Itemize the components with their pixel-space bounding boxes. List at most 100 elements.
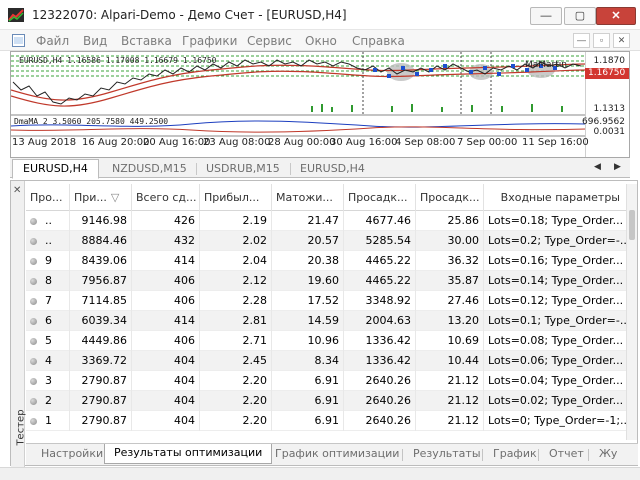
pass-status-icon (30, 237, 37, 245)
tab-results[interactable]: Результаты (404, 445, 490, 465)
pass-number: 7 (45, 294, 52, 307)
mdi-restore-button[interactable]: ▫ (593, 33, 610, 48)
pass-number: .. (45, 214, 52, 227)
close-button[interactable]: ✕ (596, 7, 636, 25)
pass-cell: 4 (26, 351, 70, 371)
chart-tab-eurusd-h4[interactable]: EURUSD,H4 (12, 159, 99, 179)
minimize-button[interactable]: — (530, 7, 562, 25)
profit-cell: 7114.85 (70, 291, 132, 311)
pass-status-icon (30, 377, 37, 385)
tab-scroll-right-icon[interactable]: ▶ (614, 161, 621, 172)
column-header-profit[interactable]: При... ▽ (70, 184, 132, 211)
tab-separator (482, 449, 483, 461)
tester-tabs: Настройки Результаты оптимизации График … (26, 443, 638, 465)
column-header-drawdown[interactable]: Просадк... (344, 184, 416, 211)
drawdown-percent-cell: 27.46 (416, 291, 484, 311)
table-row[interactable]: 9 8439.06 414 2.04 20.38 4465.22 36.32 Lots=0.1… (26, 251, 627, 271)
indicator-label: DmaMA 2 3.5060 205.7580 449.2500 (14, 117, 169, 126)
tab-optimization-graph[interactable]: График оптимизации (266, 445, 408, 465)
total-trades-cell: 426 (132, 211, 200, 231)
expected-payoff-cell: 6.91 (272, 411, 344, 431)
expected-payoff-cell: 19.60 (272, 271, 344, 291)
time-label: 20 Aug 16:00 (143, 137, 211, 148)
drawdown-percent-cell: 21.12 (416, 371, 484, 391)
tab-journal[interactable]: Жу (590, 445, 626, 465)
menu-charts[interactable]: Графики (182, 34, 237, 48)
profit-cell: 4449.86 (70, 331, 132, 351)
profit-cell: 2790.87 (70, 411, 132, 431)
chart-tab-nzdusd-m15[interactable]: NZDUSD,M15 (102, 160, 197, 178)
tester-side-label: Тестер (15, 409, 27, 446)
tab-graph[interactable]: График (484, 445, 546, 465)
total-trades-cell: 404 (132, 371, 200, 391)
input-params-cell: Lots=0.08; Type_Order... (484, 331, 627, 351)
profit-factor-cell: 2.04 (200, 251, 272, 271)
table-row[interactable]: 3 2790.87 404 2.20 6.91 2640.26 21.12 Lots=0.04… (26, 371, 627, 391)
vertical-scrollbar[interactable] (626, 184, 637, 440)
time-label: 23 Aug 08:00 (203, 137, 271, 148)
app-logo-icon (8, 8, 24, 22)
drawdown-cell: 3348.92 (344, 291, 416, 311)
tab-separator (588, 449, 589, 461)
input-params-cell: Lots=0; Type_Order=-1;... (484, 411, 627, 431)
column-header-pass[interactable]: Про... (26, 184, 70, 211)
table-row[interactable]: .. 9146.98 426 2.19 21.47 4677.46 25.86 Lots=0.… (26, 211, 627, 231)
optimization-results-table: Про... При... ▽ Всего сд... Прибыл... Мат… (26, 184, 627, 431)
column-header-profit-factor[interactable]: Прибыл... (200, 184, 272, 211)
profit-factor-cell: 2.20 (200, 411, 272, 431)
window-title: 12322070: Alpari-Demo - Демо Счет - [EUR… (32, 8, 347, 22)
chart-tab-eurusd-h4-second[interactable]: EURUSD,H4 (290, 160, 375, 178)
time-label: 4 Sep 08:00 (395, 137, 456, 148)
menu-tools[interactable]: Сервис (247, 34, 292, 48)
column-header-total-trades[interactable]: Всего сд... (132, 184, 200, 211)
expected-payoff-cell: 17.52 (272, 291, 344, 311)
profit-cell: 8884.46 (70, 231, 132, 251)
scrollbar-thumb[interactable] (629, 210, 635, 240)
tester-close-icon[interactable]: ✕ (13, 185, 21, 196)
time-label: 28 Aug 00:00 (268, 137, 336, 148)
profit-cell: 2790.87 (70, 371, 132, 391)
mdi-minimize-button[interactable]: — (573, 33, 590, 48)
input-params-cell: Lots=0.1; Type_Order=-... (484, 311, 627, 331)
menu-help[interactable]: Справка (352, 34, 405, 48)
table-row[interactable]: 6 6039.34 414 2.81 14.59 2004.63 13.20 Lots=0.1… (26, 311, 627, 331)
profit-cell: 2790.87 (70, 391, 132, 411)
time-label: 30 Aug 16:00 (330, 137, 398, 148)
maximize-button[interactable]: ▢ (564, 7, 596, 25)
chart-window-icon[interactable] (12, 34, 25, 47)
profit-factor-cell: 2.20 (200, 371, 272, 391)
tab-settings[interactable]: Настройки (32, 445, 112, 465)
table-row[interactable]: 2 2790.87 404 2.20 6.91 2640.26 21.12 Lots=0.02… (26, 391, 627, 411)
menu-view[interactable]: Вид (83, 34, 107, 48)
total-trades-cell: 404 (132, 351, 200, 371)
table-row[interactable]: 1 2790.87 404 2.20 6.91 2640.26 21.12 Lots=0; T… (26, 411, 627, 431)
table-row[interactable]: 4 3369.72 404 2.45 8.34 1336.42 10.44 Lots=0.06… (26, 351, 627, 371)
table-row[interactable]: 8 7956.87 406 2.12 19.60 4465.22 35.87 Lots=0.1… (26, 271, 627, 291)
table-row[interactable]: 5 4449.86 406 2.71 10.96 1336.42 10.69 Lots=0.0… (26, 331, 627, 351)
table-row[interactable]: .. 8884.46 432 2.02 20.57 5285.54 30.00 Lots=0.… (26, 231, 627, 251)
menu-insert[interactable]: Вставка (121, 34, 172, 48)
drawdown-cell: 2640.26 (344, 371, 416, 391)
tab-optimization-results[interactable]: Результаты оптимизации (104, 444, 273, 464)
column-header-expected-payoff[interactable]: Матожи... (272, 184, 344, 211)
overlay-label: MaMartin (525, 60, 567, 70)
table-header: Про... При... ▽ Всего сд... Прибыл... Мат… (26, 184, 627, 211)
pass-number: 1 (45, 414, 52, 427)
tab-scroll-left-icon[interactable]: ◀ (594, 161, 601, 172)
column-header-input-params[interactable]: Входные параметры (484, 184, 627, 211)
table-row[interactable]: 7 7114.85 406 2.28 17.52 3348.92 27.46 Lots=0.1… (26, 291, 627, 311)
profit-factor-cell: 2.71 (200, 331, 272, 351)
pass-status-icon (30, 417, 37, 425)
drawdown-cell: 1336.42 (344, 331, 416, 351)
expected-payoff-cell: 6.91 (272, 371, 344, 391)
menu-window[interactable]: Окно (305, 34, 337, 48)
column-header-drawdown-percent[interactable]: Просадк... (416, 184, 484, 211)
pass-number: 6 (45, 314, 52, 327)
pass-number: 8 (45, 274, 52, 287)
chart-tab-usdrub-m15[interactable]: USDRUB,M15 (196, 160, 290, 178)
mdi-close-button[interactable]: ✕ (613, 33, 630, 48)
input-params-cell: Lots=0.04; Type_Order... (484, 371, 627, 391)
tab-report[interactable]: Отчет (540, 445, 593, 465)
profit-cell: 8439.06 (70, 251, 132, 271)
menu-file[interactable]: Файл (36, 34, 69, 48)
